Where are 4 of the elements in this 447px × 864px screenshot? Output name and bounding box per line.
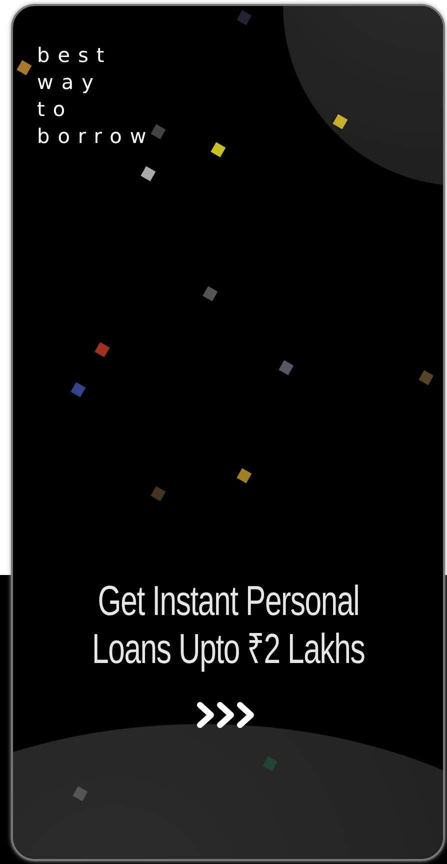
brand-logo: best way to borrow: [37, 42, 154, 150]
headline-text: Loans Upto ₹2 Lakhs: [92, 625, 364, 673]
headline-text: Get Instant Personal: [97, 577, 359, 625]
ad-banner[interactable]: best way to borrow Get Instant Personal Loans Upto ₹2 Lakhs: [11, 4, 445, 861]
